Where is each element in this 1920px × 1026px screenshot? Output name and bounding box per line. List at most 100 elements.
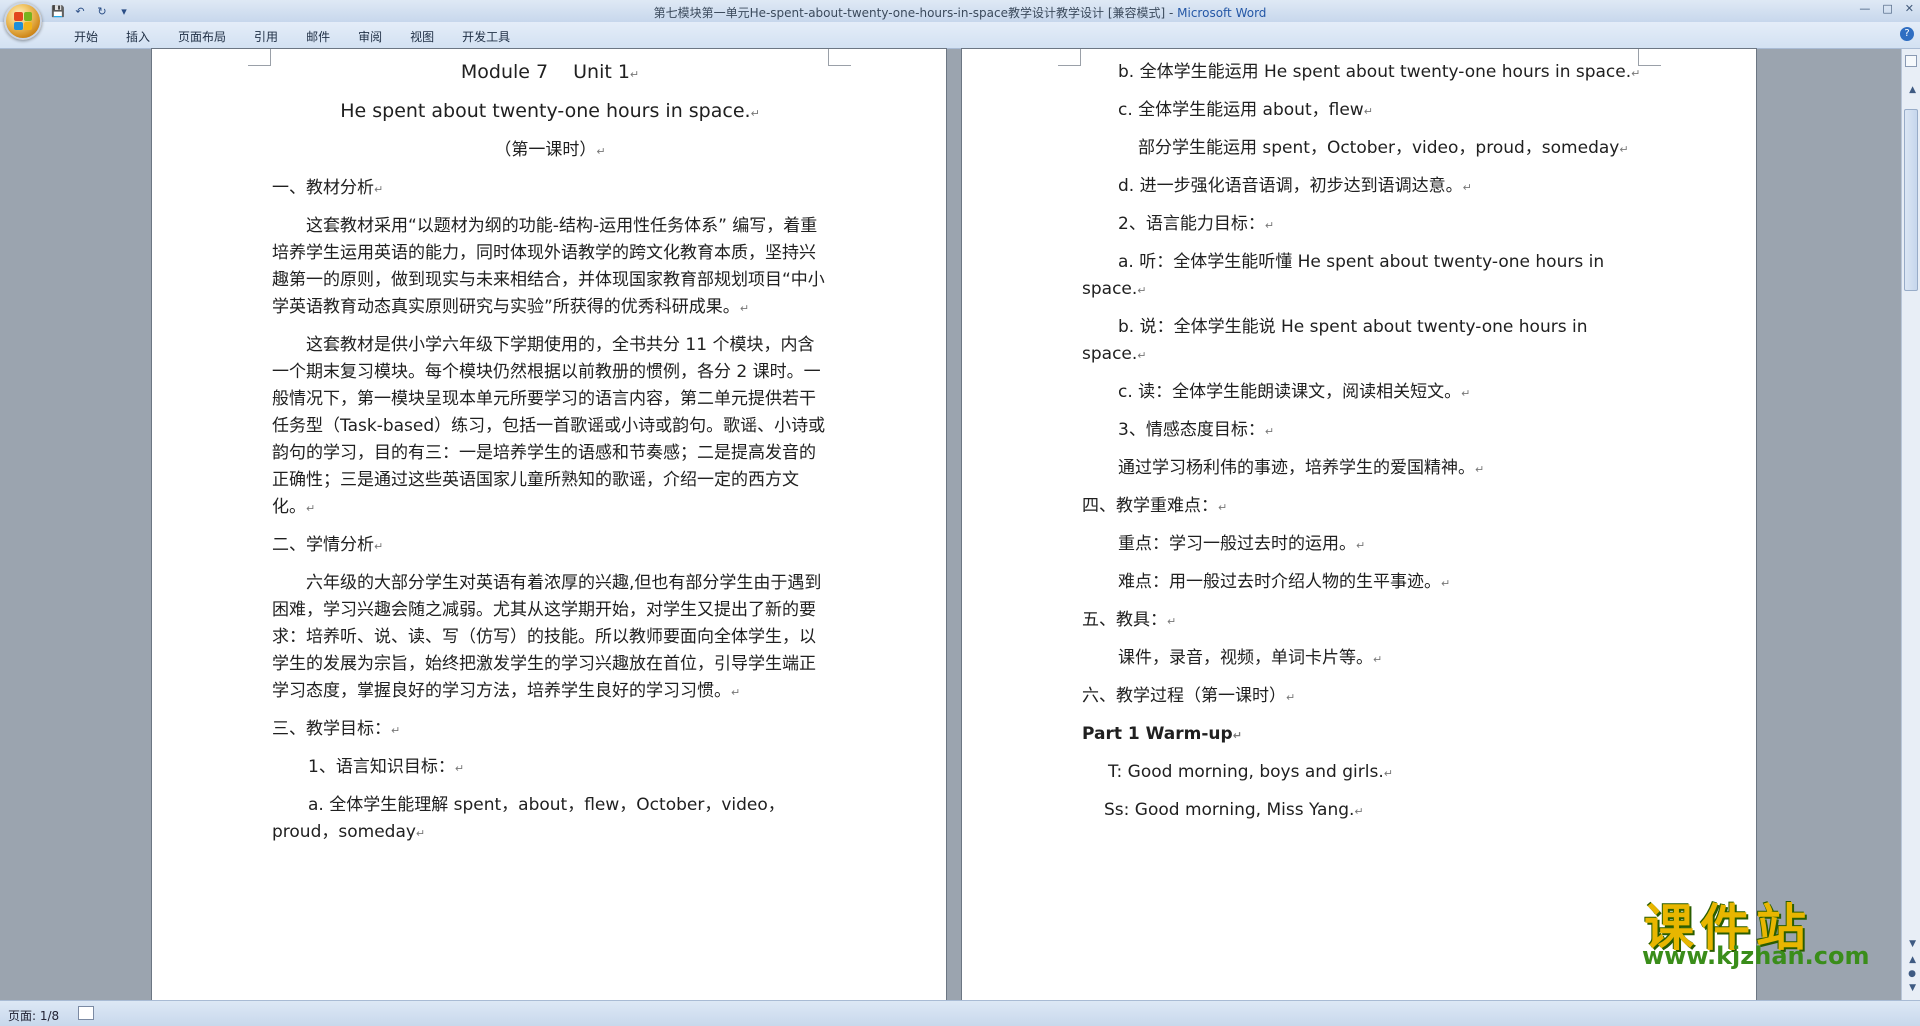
subsection-heading: 1、语言知识目标：↵ — [308, 757, 465, 777]
paragraph: 重点：学习一般过去时的运用。↵ — [1118, 534, 1366, 554]
section-heading: 一、教材分析↵ — [272, 178, 384, 198]
list-item: b. 全体学生能运用 He spent about twenty-one hou… — [1118, 62, 1641, 82]
section-heading-text: 三、教学目标： — [272, 719, 391, 739]
list-item-text: a. 全体学生能理解 spent，about，flew，October，vide… — [272, 795, 785, 842]
lesson-period-text: （第一课时） — [494, 140, 597, 160]
office-button[interactable] — [4, 2, 42, 40]
dialogue-line: Ss: Good morning, Miss Yang.↵ — [1104, 800, 1364, 820]
page-count[interactable]: 页面: 1/8 — [8, 1007, 59, 1024]
part-heading-text: Part 1 Warm-up — [1082, 724, 1233, 744]
list-item: a. 全体学生能理解 spent，about，flew，October，vide… — [272, 795, 785, 842]
page-2[interactable]: b. 全体学生能运用 He spent about twenty-one hou… — [962, 49, 1756, 1000]
dialogue-line-text: Ss: Good morning, Miss Yang. — [1104, 800, 1355, 820]
list-item: 部分学生能运用 spent，October，video，proud，someda… — [1138, 138, 1629, 158]
dialogue-line-text: T: Good morning, boys and girls. — [1108, 762, 1384, 782]
ribbon: 开始 插入 页面布局 引用 邮件 审阅 视图 开发工具 ? — [0, 22, 1920, 49]
paragraph-text: 六年级的大部分学生对英语有着浓厚的兴趣,但也有部分学生由于遇到困难，学习兴趣会随… — [272, 573, 822, 701]
title-bar: 第七模块第一单元He-spent-about-twenty-one-hours-… — [0, 0, 1920, 23]
section-heading-text: 六、教学过程（第一课时） — [1082, 686, 1286, 706]
site-watermark: 课件站 www.kjzhan.com — [1636, 888, 1876, 972]
help-icon[interactable]: ? — [1900, 27, 1914, 41]
module-heading: Module 7 Unit 1↵ — [460, 61, 640, 83]
tab-review[interactable]: 审阅 — [344, 28, 396, 45]
paragraph: 难点：用一般过去时介绍人物的生平事迹。↵ — [1118, 572, 1451, 592]
minimize-icon[interactable]: — — [1859, 2, 1870, 15]
list-item: b. 说：全体学生能说 He spent about twenty-one ho… — [1082, 317, 1588, 364]
redo-icon[interactable]: ↻ — [94, 3, 110, 19]
quick-access-toolbar: 💾 ↶ ↻ ▾ — [50, 3, 132, 19]
module-heading-text: Module 7 Unit 1 — [460, 61, 630, 83]
lesson-period: （第一课时）↵ — [494, 140, 606, 160]
tab-home[interactable]: 开始 — [60, 28, 112, 45]
office-logo-icon — [14, 12, 32, 30]
paragraph-text: 难点：用一般过去时介绍人物的生平事迹。 — [1118, 572, 1441, 592]
page-1[interactable]: Module 7 Unit 1↵ He spent about twenty-o… — [152, 49, 946, 1000]
dialogue-line: T: Good morning, boys and girls.↵ — [1108, 762, 1393, 782]
paragraph-text: 重点：学习一般过去时的运用。 — [1118, 534, 1356, 554]
tab-developer[interactable]: 开发工具 — [448, 28, 524, 45]
section-heading-text: 五、教具： — [1082, 610, 1167, 630]
undo-icon[interactable]: ↶ — [72, 3, 88, 19]
subsection-heading: 3、情感态度目标：↵ — [1118, 420, 1275, 440]
section-heading-text: 二、学情分析 — [272, 535, 374, 555]
lesson-title: He spent about twenty-one hours in space… — [340, 100, 760, 122]
tab-insert[interactable]: 插入 — [112, 28, 164, 45]
scroll-up-icon[interactable]: ▲ — [1909, 85, 1916, 95]
list-item-text: c. 全体学生能运用 about，flew — [1118, 100, 1364, 120]
section-heading-text: 一、教材分析 — [272, 178, 374, 198]
list-item-text: b. 说：全体学生能说 He spent about twenty-one ho… — [1082, 317, 1588, 364]
window-controls: — □ ✕ — [1859, 2, 1914, 15]
next-page-icon[interactable]: ▼ — [1909, 983, 1916, 993]
vertical-scrollbar[interactable]: ▲ ▼ ▲ ● ▼ — [1901, 49, 1920, 1000]
scroll-down-icon[interactable]: ▼ — [1909, 939, 1916, 949]
section-heading: 四、教学重难点：↵ — [1082, 496, 1228, 516]
paragraph: 课件，录音，视频，单词卡片等。↵ — [1118, 648, 1383, 668]
customize-toolbar-icon[interactable]: ▾ — [116, 3, 132, 19]
tab-page-layout[interactable]: 页面布局 — [164, 28, 240, 45]
app-name: Microsoft Word — [1177, 6, 1267, 20]
paragraph-text: 通过学习杨利伟的事迹，培养学生的爱国精神。 — [1118, 458, 1475, 478]
save-icon[interactable]: 💾 — [50, 3, 66, 19]
subsection-heading: 2、语言能力目标：↵ — [1118, 214, 1275, 234]
paragraph: 通过学习杨利伟的事迹，培养学生的爱国精神。↵ — [1118, 458, 1485, 478]
list-item: c. 全体学生能运用 about，flew↵ — [1118, 100, 1373, 120]
document-area: Module 7 Unit 1↵ He spent about twenty-o… — [0, 49, 1902, 1000]
status-bar: 页面: 1/8 — [0, 1000, 1920, 1026]
page-1-content: Module 7 Unit 1↵ He spent about twenty-o… — [272, 59, 828, 857]
maximize-icon[interactable]: □ — [1882, 2, 1892, 15]
proofing-icon[interactable] — [78, 1006, 94, 1020]
previous-page-icon[interactable]: ▲ — [1909, 955, 1916, 965]
part-heading: Part 1 Warm-up↵ — [1082, 724, 1242, 744]
tab-view[interactable]: 视图 — [396, 28, 448, 45]
list-item-text: b. 全体学生能运用 He spent about twenty-one hou… — [1118, 62, 1632, 82]
tab-references[interactable]: 引用 — [240, 28, 292, 45]
list-item-text: 部分学生能运用 spent，October，video，proud，someda… — [1138, 138, 1620, 158]
list-item: d. 进一步强化语音语调，初步达到语调达意。↵ — [1118, 176, 1472, 196]
view-ruler-icon[interactable] — [1905, 55, 1917, 67]
ribbon-tabs: 开始 插入 页面布局 引用 邮件 审阅 视图 开发工具 — [60, 28, 524, 45]
lesson-title-text: He spent about twenty-one hours in space… — [340, 100, 751, 122]
subsection-heading-text: 1、语言知识目标： — [308, 757, 455, 777]
crop-mark — [248, 49, 271, 66]
window-title-text: 第七模块第一单元He-spent-about-twenty-one-hours-… — [653, 6, 1178, 20]
crop-mark — [1058, 49, 1081, 66]
tab-mailings[interactable]: 邮件 — [292, 28, 344, 45]
section-heading: 三、教学目标：↵ — [272, 719, 401, 739]
paragraph: 这套教材是供小学六年级下学期使用的，全书共分 11 个模块，内含一个期末复习模块… — [272, 335, 826, 517]
watermark-url: www.kjzhan.com — [1642, 942, 1870, 970]
subsection-heading-text: 2、语言能力目标： — [1118, 214, 1265, 234]
browse-object-icon[interactable]: ● — [1908, 969, 1916, 979]
scroll-thumb[interactable] — [1904, 109, 1918, 291]
list-item-text: d. 进一步强化语音语调，初步达到语调达意。 — [1118, 176, 1463, 196]
list-item-text: c. 读：全体学生能朗读课文，阅读相关短文。 — [1118, 382, 1462, 402]
list-item: c. 读：全体学生能朗读课文，阅读相关短文。↵ — [1118, 382, 1471, 402]
section-heading: 五、教具：↵ — [1082, 610, 1177, 630]
page-2-content: b. 全体学生能运用 He spent about twenty-one hou… — [1082, 59, 1642, 835]
close-icon[interactable]: ✕ — [1905, 2, 1914, 15]
section-heading: 六、教学过程（第一课时）↵ — [1082, 686, 1296, 706]
paragraph: 这套教材采用“以题材为纲的功能-结构-运用性任务体系” 编写，着重培养学生运用英… — [272, 216, 825, 317]
paragraph: 六年级的大部分学生对英语有着浓厚的兴趣,但也有部分学生由于遇到困难，学习兴趣会随… — [272, 573, 822, 701]
window-title: 第七模块第一单元He-spent-about-twenty-one-hours-… — [0, 4, 1920, 21]
section-heading: 二、学情分析↵ — [272, 535, 384, 555]
paragraph-text: 这套教材是供小学六年级下学期使用的，全书共分 11 个模块，内含一个期末复习模块… — [272, 335, 826, 517]
